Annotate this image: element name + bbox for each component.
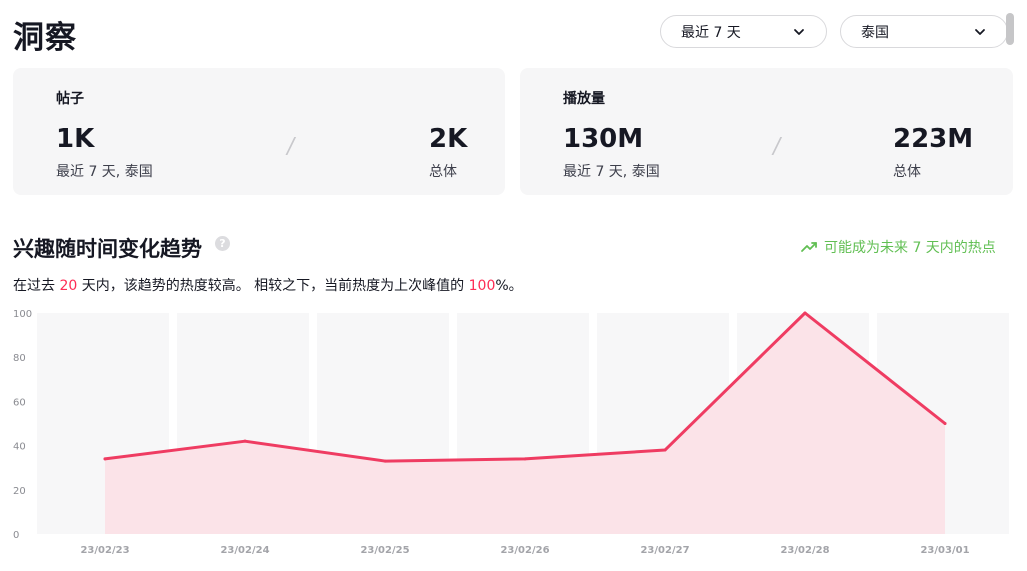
trend-chart: 0 20 40 60 80 100 23/02/23 23/02/24 23/02/25 23/0…: [13, 309, 1009, 556]
views-card: 播放量 130M 最近 7 天, 泰国 / 223M 总体: [520, 68, 1013, 195]
views-recent-value: 130M: [563, 124, 644, 154]
date-range-dropdown[interactable]: 最近 7 天: [660, 15, 827, 48]
divider-slash: /: [770, 134, 783, 159]
region-value: 泰国: [861, 24, 889, 41]
views-total-label: 总体: [893, 164, 921, 180]
x-tick-label: 23/02/24: [220, 545, 269, 556]
posts-total-value: 2K: [429, 124, 468, 154]
data-point: [523, 457, 527, 461]
posts-total-label: 总体: [429, 164, 457, 180]
x-tick-label: 23/02/26: [500, 545, 549, 556]
y-tick-label: 100: [13, 309, 32, 320]
y-tick-label: 80: [13, 353, 26, 364]
data-point: [243, 439, 247, 443]
desc-peak: 100: [468, 278, 496, 294]
posts-card: 帖子 1K 最近 7 天, 泰国 / 2K 总体: [13, 68, 505, 195]
y-tick-label: 60: [13, 397, 26, 408]
x-tick-label: 23/02/23: [80, 545, 129, 556]
chevron-down-icon: [794, 28, 804, 35]
region-dropdown[interactable]: 泰国: [840, 15, 1008, 48]
posts-card-title: 帖子: [56, 91, 84, 107]
data-point: [943, 422, 947, 425]
help-icon[interactable]: ?: [215, 236, 230, 251]
y-tick-label: 20: [13, 486, 26, 497]
posts-recent-label: 最近 7 天, 泰国: [56, 164, 153, 180]
hot-prediction-tag: 可能成为未来 7 天内的热点: [800, 237, 996, 257]
data-point: [663, 448, 667, 452]
y-tick-label: 0: [13, 530, 19, 541]
desc-middle: 天内，该趋势的热度较高。 相较之下，当前热度为上次峰值的: [77, 278, 469, 294]
x-tick-label: 23/03/01: [920, 545, 969, 556]
page-title: 洞察: [13, 20, 77, 56]
trending-up-icon: [801, 242, 817, 252]
trend-section-title: 兴趣随时间变化趋势: [13, 237, 202, 261]
views-recent-label: 最近 7 天, 泰国: [563, 164, 660, 180]
x-tick-label: 23/02/27: [640, 545, 689, 556]
x-tick-label: 23/02/25: [360, 545, 409, 556]
desc-prefix: 在过去: [13, 278, 60, 294]
date-range-value: 最近 7 天: [681, 24, 741, 41]
desc-days: 20: [59, 278, 78, 294]
y-tick-label: 40: [13, 442, 26, 453]
x-tick-label: 23/02/28: [780, 545, 829, 556]
posts-recent-value: 1K: [56, 124, 95, 154]
data-point: [383, 459, 387, 463]
data-point: [103, 457, 107, 461]
chevron-down-icon: [975, 28, 985, 35]
views-total-value: 223M: [893, 124, 974, 154]
desc-suffix: %。: [495, 278, 523, 294]
divider-slash: /: [284, 134, 297, 159]
scrollbar-thumb[interactable]: [1006, 13, 1014, 45]
data-point: [803, 311, 807, 315]
trend-description: 在过去 20 天内，该趋势的热度较高。 相较之下，当前热度为上次峰值的 100%…: [13, 275, 523, 295]
views-card-title: 播放量: [563, 91, 605, 107]
hot-prediction-label: 可能成为未来 7 天内的热点: [824, 240, 996, 256]
